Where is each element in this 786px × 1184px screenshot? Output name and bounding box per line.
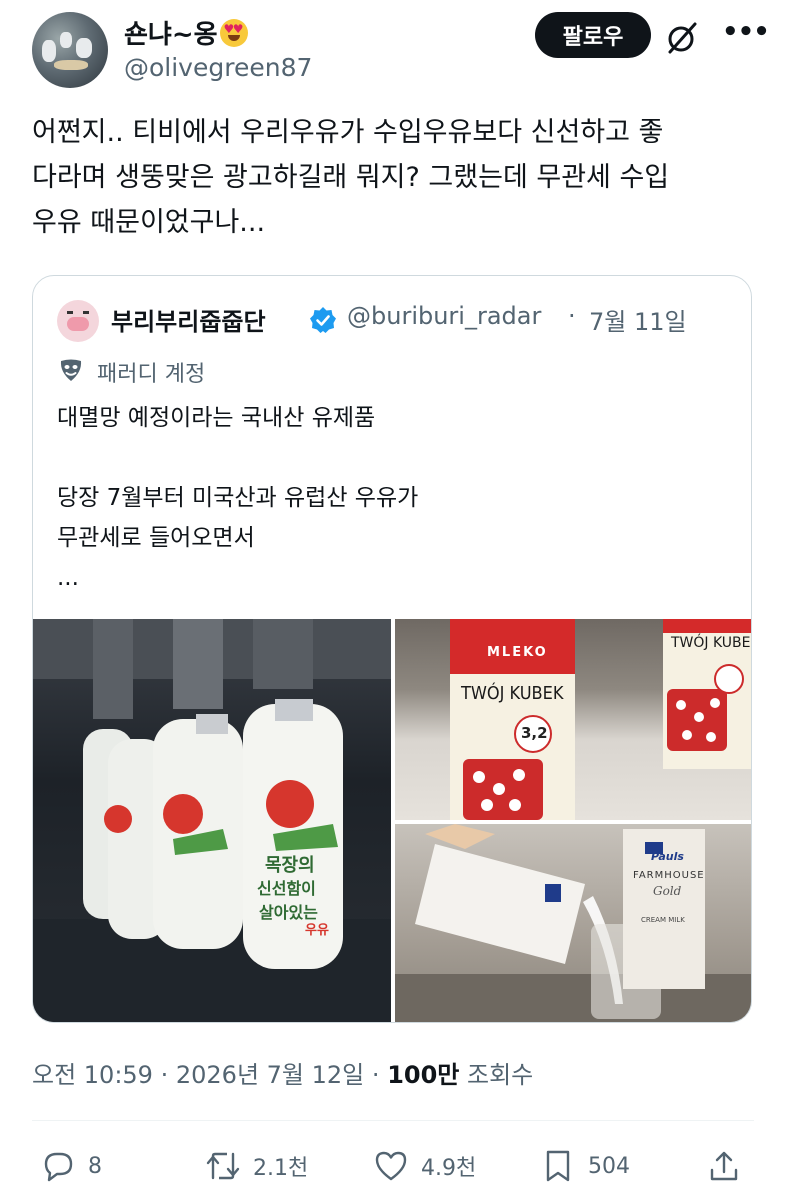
bottle-label-2: 신선함이: [257, 879, 316, 898]
header-separator: ·: [568, 302, 576, 330]
bottle-label-4: 우유: [305, 923, 329, 938]
share-button[interactable]: [706, 1148, 754, 1184]
bookmark-count: 504: [588, 1153, 630, 1179]
carton-brand: MLEKO: [487, 645, 548, 660]
grok-slash-icon[interactable]: [664, 20, 700, 56]
tweet-line: 우유 때문이었구나...: [32, 207, 266, 238]
carton-title: TWÓJ KUBEK: [461, 683, 564, 704]
like-button[interactable]: 4.9천: [373, 1148, 476, 1184]
pauls-milk-pour-photo[interactable]: Pauls FARMHOUSE Gold CREAM MILK: [395, 824, 751, 1022]
polish-milk-cartons-photo[interactable]: MLEKO TWÓJ KUBEK TWÓJ KUBEK 3,2: [395, 619, 752, 820]
tweet-body: 어쩐지.. 티비에서 우리우유가 수입우유보다 신선하고 좋 다라며 생뚱맞은 …: [32, 110, 752, 245]
heart-icon: [375, 1151, 407, 1181]
bookmark-icon: [546, 1150, 570, 1182]
meta-separator: ·: [160, 1061, 169, 1089]
carton-fat: 3,2: [521, 724, 548, 742]
quoted-tweet-date[interactable]: 7월 11일: [589, 302, 687, 337]
reply-bubble-icon: [44, 1152, 73, 1182]
quoted-tweet-header: 부리부리줍줍단 @buriburi_radar · 7월 11일: [57, 300, 737, 342]
quoted-line: ...: [57, 565, 79, 591]
repost-button[interactable]: 2.1천: [205, 1148, 308, 1184]
parody-label-text: 패러디 계정: [97, 362, 206, 387]
author-handle[interactable]: @olivegreen87: [124, 53, 312, 82]
tweet-line: 어쩐지.. 티비에서 우리우유가 수입우유보다 신선하고 좋: [32, 117, 664, 148]
share-arrow-icon: [710, 1151, 738, 1181]
tweet-time[interactable]: 오전 10:59: [32, 1061, 153, 1089]
quoted-line: 무관세로 들어오면서: [57, 525, 255, 551]
repost-count: 2.1천: [253, 1156, 309, 1181]
repost-arrows-icon: [206, 1152, 240, 1180]
tweet-header: 숀냐~옹 @olivegreen87 팔로우 •••: [0, 0, 786, 100]
quoted-tweet-body: 대멸망 예정이라는 국내산 유제품 당장 7월부터 미국산과 유럽산 우유가 무…: [57, 398, 717, 598]
heart-eyes-emoji-icon: [219, 19, 248, 47]
meta-separator: ·: [371, 1061, 380, 1089]
actions-divider: [32, 1120, 754, 1121]
carton-title-b: TWÓJ KUBEK: [671, 635, 752, 651]
quoted-author-handle[interactable]: @buriburi_radar: [347, 302, 541, 330]
tweet-meta: 오전 10:59 · 2026년 7월 12일 · 100만 조회수: [32, 1055, 533, 1090]
quoted-media-grid: 목장의 신선함이 살아있는 우유 MLEKO TWÓJ KUBEK TWÓJ K…: [33, 619, 752, 1022]
quoted-line: [57, 438, 717, 478]
tweet-line: 다라며 생뚱맞은 광고하길래 뭐지? 그랬는데 무관세 수입: [32, 162, 670, 193]
milk-bottles-photo[interactable]: 목장의 신선함이 살아있는 우유: [33, 619, 391, 1022]
verified-badge-icon: [310, 307, 336, 333]
pauls-product: FARMHOUSE: [633, 870, 705, 881]
author-name-text: 숀냐~옹: [124, 20, 218, 50]
quoted-author-name[interactable]: 부리부리줍줍단: [111, 302, 266, 337]
theater-mask-icon: [60, 359, 82, 381]
reply-count: 8: [88, 1153, 102, 1179]
pauls-sub-label: CREAM MILK: [641, 916, 685, 924]
tweet-actions: 8 2.1천 4.9천 504: [0, 1140, 786, 1182]
quoted-line: 대멸망 예정이라는 국내산 유제품: [57, 405, 376, 431]
view-count-label: 조회수: [467, 1061, 534, 1089]
quoted-line: 당장 7월부터 미국산과 유럽산 우유가: [57, 485, 419, 511]
bottle-label-1: 목장의: [265, 855, 315, 876]
quoted-tweet[interactable]: 부리부리줍줍단 @buriburi_radar · 7월 11일 패러디 계정 …: [32, 275, 752, 1023]
follow-button[interactable]: 팔로우: [535, 12, 651, 58]
quoted-author-avatar[interactable]: [57, 300, 99, 342]
reply-button[interactable]: 8: [40, 1148, 102, 1184]
bookmark-button[interactable]: 504: [540, 1148, 630, 1184]
pauls-brand: Pauls: [651, 850, 684, 863]
like-count: 4.9천: [421, 1156, 477, 1181]
view-count: 100만: [387, 1061, 460, 1089]
tweet-date[interactable]: 2026년 7월 12일: [176, 1061, 364, 1089]
author-avatar[interactable]: [32, 12, 108, 88]
more-dots-icon[interactable]: •••: [722, 18, 770, 50]
author-display-name[interactable]: 숀냐~옹: [124, 14, 248, 51]
pauls-product-sub: Gold: [653, 884, 682, 898]
